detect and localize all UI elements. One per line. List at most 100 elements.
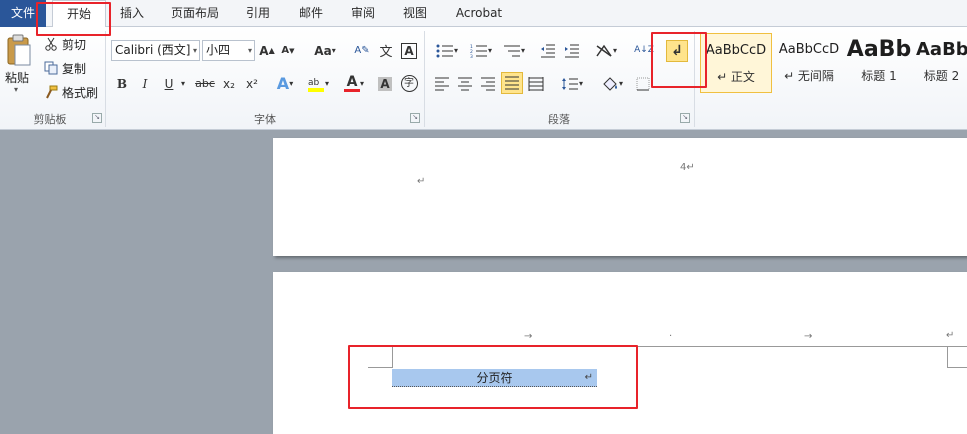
style-normal[interactable]: AaBbCcD ↵ 正文 xyxy=(700,33,772,93)
svg-text:3: 3 xyxy=(470,54,473,58)
text-effect-button[interactable]: A ▾ xyxy=(274,73,296,94)
copy-button[interactable]: 复制 xyxy=(62,60,86,77)
decrease-indent-icon[interactable] xyxy=(538,40,558,61)
chevron-down-icon: ▾ xyxy=(192,46,197,55)
margin-corner-mark xyxy=(947,367,967,368)
shrink-font-icon[interactable]: A ▼ xyxy=(279,40,297,61)
style-heading-2-preview: AaBb xyxy=(916,39,967,60)
change-case-button[interactable]: Aa ▾ xyxy=(312,40,338,61)
svg-text:ab: ab xyxy=(308,78,320,88)
paste-label: 粘贴 xyxy=(5,71,30,85)
copy-icon[interactable] xyxy=(43,60,59,76)
style-heading-2[interactable]: AaBb 标题 2 xyxy=(916,33,967,93)
paragraph-mark: ↵ xyxy=(946,330,955,341)
show-formatting-marks-button[interactable]: ↲ xyxy=(666,40,688,62)
tab-mark: → xyxy=(524,331,533,342)
paragraph-launcher-icon[interactable]: ↘ xyxy=(680,113,690,123)
font-group-label: 字体 xyxy=(254,113,276,126)
tab-page-layout[interactable]: 页面布局 xyxy=(163,0,227,27)
sort-button[interactable]: A↓Z xyxy=(634,40,654,61)
justify-icon[interactable] xyxy=(501,72,523,94)
increase-indent-icon[interactable] xyxy=(562,40,582,61)
font-size-select[interactable]: 小四 ▾ xyxy=(202,40,255,61)
subscript-button[interactable]: x₂ xyxy=(220,73,238,94)
align-right-icon[interactable] xyxy=(478,73,498,94)
highlight-color-button[interactable]: ab ▾ xyxy=(304,73,332,94)
grow-font-icon[interactable]: A ▲ xyxy=(258,40,276,61)
multilevel-list-icon xyxy=(503,45,520,56)
chevron-down-icon: ▾ xyxy=(247,46,252,55)
strikethrough-button[interactable]: abc xyxy=(194,73,216,94)
style-heading-1-preview: AaBb xyxy=(846,37,912,62)
bullets-button[interactable]: ▾ xyxy=(432,40,462,61)
font-color-button[interactable]: A ▾ xyxy=(340,73,368,94)
superscript-button[interactable]: x² xyxy=(243,73,261,94)
paragraph-mark: ↵ xyxy=(417,176,426,187)
bullets-icon xyxy=(436,44,453,57)
paste-dropdown-icon[interactable]: ▾ xyxy=(14,85,18,94)
document-page-lower[interactable]: → · → ↵ 分页符 ↵ xyxy=(273,272,967,434)
enclose-chars-button[interactable]: 字 xyxy=(399,73,419,94)
font-family-value: Calibri (西文] xyxy=(115,43,191,57)
text-effect-icon: A xyxy=(276,74,290,93)
style-no-spacing-name: ↵ 无间隔 xyxy=(784,69,834,83)
italic-button[interactable]: I xyxy=(136,73,154,94)
tab-home[interactable]: 开始 xyxy=(52,0,106,28)
distributed-align-icon[interactable] xyxy=(526,73,546,94)
cut-button[interactable]: 剪切 xyxy=(62,36,86,53)
clear-format-icon[interactable]: A✎ xyxy=(352,40,372,61)
clipboard-launcher-icon[interactable]: ↘ xyxy=(92,113,102,123)
paste-button[interactable] xyxy=(4,31,34,69)
tab-review[interactable]: 审阅 xyxy=(343,0,383,27)
document-page-upper[interactable]: 4↵ ↵ xyxy=(273,138,967,256)
clipboard-group-label: 剪贴板 xyxy=(33,113,67,126)
border-icon xyxy=(636,77,650,90)
clipboard-icon xyxy=(7,34,31,66)
phonetic-guide-icon[interactable]: 文 xyxy=(376,40,396,61)
tab-references[interactable]: 引用 xyxy=(238,0,278,27)
chinese-layout-button[interactable]: ▾ xyxy=(592,40,620,61)
paragraph-group-label: 段落 xyxy=(548,113,570,126)
style-normal-name: ↵ 正文 xyxy=(717,70,755,84)
margin-corner-mark xyxy=(368,367,392,368)
tab-view[interactable]: 视图 xyxy=(395,0,435,27)
borders-button[interactable] xyxy=(633,73,653,94)
style-no-spacing[interactable]: AaBbCcD ↵ 无间隔 xyxy=(774,33,844,93)
page-break-label: 分页符 xyxy=(476,371,513,385)
change-case-label: Aa xyxy=(314,43,332,58)
margin-corner-mark xyxy=(947,346,948,368)
font-launcher-icon[interactable]: ↘ xyxy=(410,113,420,123)
align-left-icon[interactable] xyxy=(432,73,452,94)
bold-button[interactable]: B xyxy=(113,73,131,94)
numbered-list-icon: 123 xyxy=(470,44,487,58)
tab-mark: → xyxy=(804,331,813,342)
highlighter-icon: ab xyxy=(307,78,324,92)
margin-corner-mark xyxy=(392,346,393,368)
tab-file[interactable]: 文件 xyxy=(0,0,46,27)
page-break-marker[interactable]: 分页符 ↵ xyxy=(392,369,597,387)
line-spacing-icon xyxy=(561,77,578,90)
scissors-icon[interactable] xyxy=(43,36,59,52)
format-painter-icon[interactable] xyxy=(43,84,59,100)
multilevel-list-button[interactable]: ▾ xyxy=(500,40,528,61)
chevron-down-icon[interactable]: ▾ xyxy=(179,73,187,94)
format-painter-button[interactable]: 格式刷 xyxy=(62,84,98,101)
style-heading-2-name: 标题 2 xyxy=(923,69,960,83)
pilcrow-icon: ↲ xyxy=(671,43,683,59)
tab-acrobat[interactable]: Acrobat xyxy=(448,0,510,27)
numbering-button[interactable]: 1 2 3 ▾ xyxy=(466,40,496,61)
page-break-paragraph-mark: ↵ xyxy=(584,372,593,383)
space-mark: · xyxy=(669,331,673,342)
line-spacing-button[interactable]: ▾ xyxy=(558,73,586,94)
shading-button[interactable]: ▾ xyxy=(598,73,626,94)
char-border-icon[interactable]: A xyxy=(400,40,418,61)
tab-mailings[interactable]: 邮件 xyxy=(291,0,331,27)
underline-button[interactable]: U xyxy=(160,73,178,94)
align-center-icon[interactable] xyxy=(455,73,475,94)
chinese-layout-icon xyxy=(596,44,612,57)
tab-insert[interactable]: 插入 xyxy=(112,0,152,27)
char-shading-button[interactable]: A xyxy=(376,73,394,94)
style-heading-1[interactable]: AaBb 标题 1 xyxy=(846,33,912,93)
style-heading-1-name: 标题 1 xyxy=(861,69,897,83)
font-family-select[interactable]: Calibri (西文] ▾ xyxy=(111,40,200,61)
